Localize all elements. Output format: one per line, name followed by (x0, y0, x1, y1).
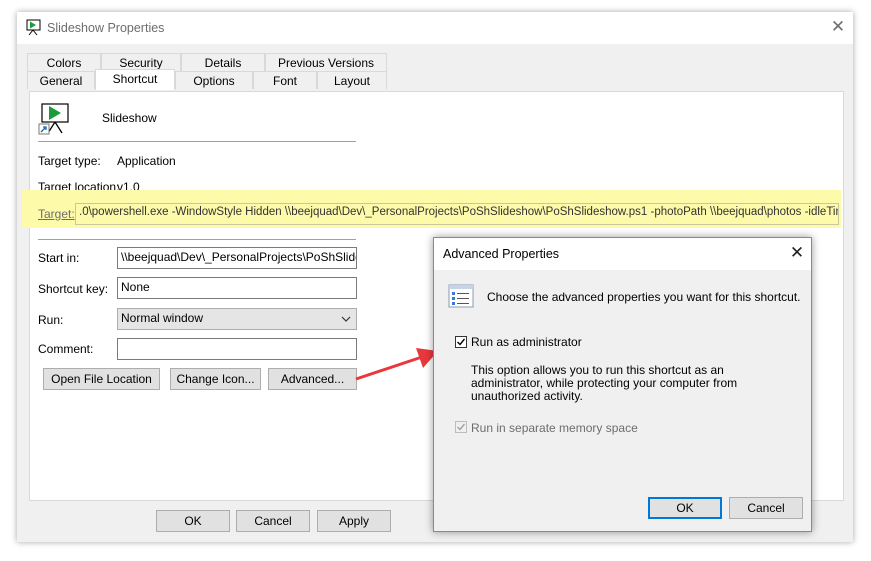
close-icon[interactable]: ✕ (788, 244, 806, 262)
chevron-down-icon (341, 316, 351, 322)
run-as-admin-checkbox[interactable] (455, 336, 467, 348)
tab-colors[interactable]: Colors (27, 53, 101, 71)
ok-button[interactable]: OK (156, 510, 230, 532)
open-file-location-button[interactable]: Open File Location (43, 368, 160, 390)
close-icon[interactable]: ✕ (829, 18, 847, 36)
tab-layout[interactable]: Layout (317, 71, 387, 89)
start-in-field[interactable]: \\beejquad\Dev\_PersonalProjects\PoShSli… (117, 247, 357, 269)
check-icon (457, 423, 466, 431)
target-type-label: Target type: (38, 154, 101, 168)
check-icon (457, 338, 466, 346)
apply-button[interactable]: Apply (317, 510, 391, 532)
tab-details[interactable]: Details (181, 53, 265, 71)
properties-list-icon (448, 284, 474, 308)
dialog-cancel-button[interactable]: Cancel (729, 497, 803, 519)
divider (38, 239, 356, 240)
comment-label: Comment: (38, 342, 94, 356)
run-as-admin-help: This option allows you to run this short… (471, 363, 724, 377)
advanced-properties-dialog: Advanced Properties ✕ Choose the advance… (433, 237, 812, 532)
separate-memory-checkbox (455, 421, 467, 433)
dialog-description: Choose the advanced properties you want … (487, 290, 801, 304)
run-as-admin-help: administrator, while protecting your com… (471, 376, 738, 390)
target-field[interactable]: .0\powershell.exe -WindowStyle Hidden \\… (75, 203, 839, 225)
divider (38, 141, 356, 142)
tab-previous-versions[interactable]: Previous Versions (265, 53, 387, 71)
separate-memory-label: Run in separate memory space (471, 421, 638, 435)
cancel-button[interactable]: Cancel (236, 510, 310, 532)
target-type-value: Application (117, 154, 176, 168)
run-as-admin-help: unauthorized activity. (471, 389, 583, 403)
shortcut-key-field[interactable]: None (117, 277, 357, 299)
comment-field[interactable] (117, 338, 357, 360)
title-bar: Slideshow Properties ✕ (17, 12, 853, 44)
dialog-title-bar: Advanced Properties ✕ (434, 238, 811, 270)
advanced-button[interactable]: Advanced... (268, 368, 357, 390)
change-icon-button[interactable]: Change Icon... (170, 368, 261, 390)
slideshow-app-icon (26, 19, 41, 36)
slideshow-shortcut-icon (38, 103, 69, 135)
dialog-title: Advanced Properties (443, 247, 560, 261)
dialog-ok-button[interactable]: OK (648, 497, 722, 519)
window-title: Slideshow Properties (47, 21, 165, 35)
tab-shortcut[interactable]: Shortcut (95, 69, 175, 90)
run-select-value: Normal window (121, 311, 204, 325)
target-label: Target: (38, 207, 75, 221)
run-as-admin-label[interactable]: Run as administrator (471, 335, 582, 349)
start-in-label: Start in: (38, 251, 80, 265)
red-arrow-annotation (355, 348, 438, 381)
tab-font[interactable]: Font (253, 71, 317, 89)
run-label: Run: (38, 313, 64, 327)
tab-general[interactable]: General (27, 71, 95, 89)
tab-options[interactable]: Options (175, 71, 253, 89)
shortcut-name: Slideshow (102, 111, 157, 125)
run-select[interactable]: Normal window (117, 308, 357, 330)
shortcut-key-label: Shortcut key: (38, 282, 109, 296)
